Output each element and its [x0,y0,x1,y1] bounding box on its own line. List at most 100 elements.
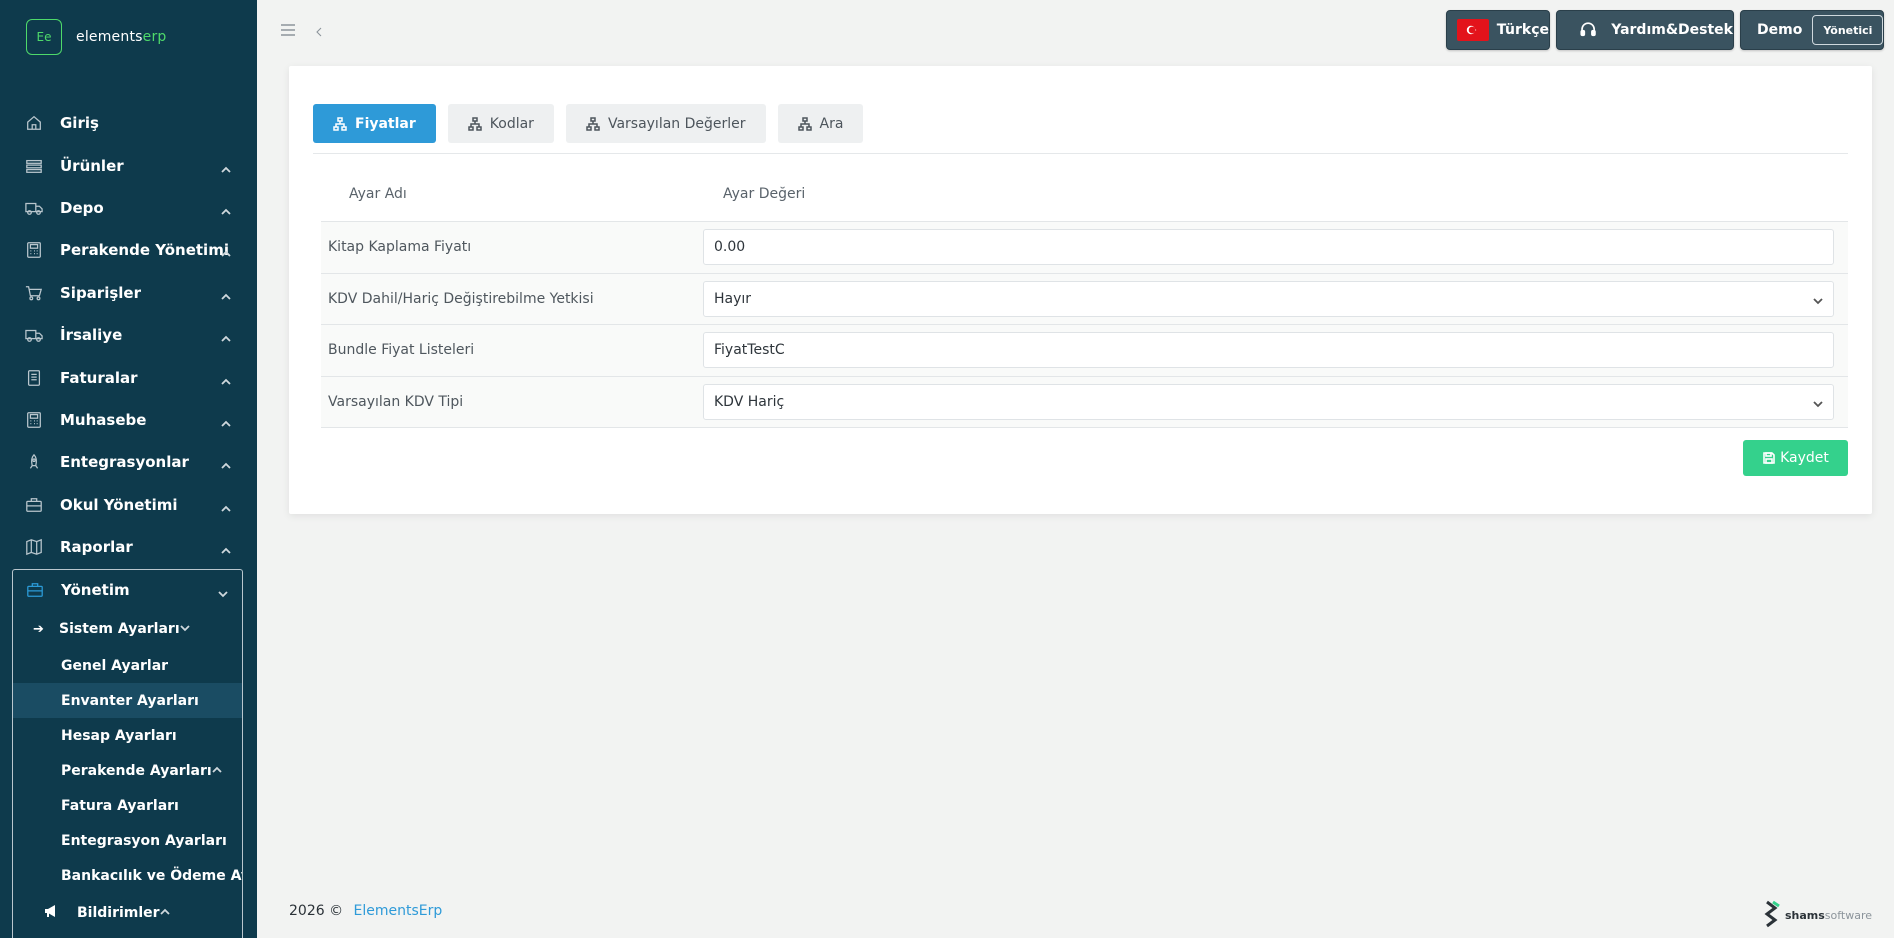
sidebar-item-label: Yönetim [61,581,130,599]
chevron-left-icon[interactable] [313,23,325,42]
logo-mark: Ee [26,19,62,55]
hamburger-menu-icon[interactable] [279,21,297,43]
language-button[interactable]: Türkçe [1446,10,1550,50]
sidebar-item-label: Entegrasyonlar [60,453,189,472]
sidebar-item-label: Raporlar [60,538,133,557]
tab-fiyatlar[interactable]: Fiyatlar [313,104,436,143]
tab-bar: Fiyatlar Kodlar Varsayılan Değerler Ara [313,104,864,143]
chevron-down-icon [218,585,228,598]
user-name: Demo [1757,22,1803,38]
varsayilan-kdv-tipi-select[interactable]: KDV Hariç [703,383,1834,420]
tab-kodlar[interactable]: Kodlar [447,104,554,143]
help-label: Yardım&Destek [1611,22,1733,38]
turkey-flag-icon [1457,19,1489,41]
chevron-up-icon [221,245,231,257]
cart-icon [24,283,44,303]
kitap-kaplama-fiyati-input[interactable]: 0.00 [703,229,1834,266]
field-value: Hayır [714,290,752,307]
sidebar-item-raporlar[interactable]: Raporlar [0,526,257,568]
list-icon [24,156,44,176]
chevron-down-icon [1813,294,1823,305]
sidebar-item-siparisler[interactable]: Siparişler [0,272,257,314]
briefcase-icon [25,580,45,600]
truck-icon [24,325,44,345]
role-badge: Yönetici [1812,15,1884,45]
field-value: 0.00 [714,239,746,256]
setting-label: Kitap Kaplama Fiyatı [328,239,472,256]
bundle-fiyat-listeleri-input[interactable]: FiyatTestC [703,332,1834,369]
brand-light: software [1824,908,1872,922]
sidebar-subitem-entegrasyon-ayarlari[interactable]: Entegrasyon Ayarları [13,823,242,858]
settings-card: Fiyatlar Kodlar Varsayılan Değerler Ara … [289,66,1872,514]
sitemap-icon [468,116,482,131]
tab-ara[interactable]: Ara [777,104,864,143]
kdv-degistirme-yetkisi-select[interactable]: Hayır [703,280,1834,317]
sidebar-item-muhasebe[interactable]: Muhasebe [0,399,257,441]
table-row: Varsayılan KDV Tipi KDV Hariç [321,376,1848,428]
sidebar-item-urunler[interactable]: Ürünler [0,144,257,186]
logo-name-accent: erp [142,29,167,45]
sidebar-menu: Giriş Ürünler Depo Perakende Yönetimi Si… [0,102,257,568]
chevron-up-icon [221,500,231,512]
sidebar-item-label: İrsaliye [60,326,123,345]
document-icon [24,368,44,388]
footer-copyright: 2026 © [289,903,344,919]
tab-label: Varsayılan Değerler [607,115,746,132]
headset-icon [1580,22,1596,37]
table-row: Kitap Kaplama Fiyatı 0.00 [321,222,1848,274]
logo-name-main: elements [76,29,143,45]
tab-varsayilan-degerler[interactable]: Varsayılan Değerler [565,104,766,143]
brand-main: shams [1784,908,1825,922]
sidebar-item-perakende-yonetimi[interactable]: Perakende Yönetimi [0,229,257,271]
sidebar-item-label: Giriş [60,114,99,133]
sidebar-subitem-hesap-ayarlari[interactable]: Hesap Ayarları [13,718,242,753]
save-button[interactable]: Kaydet [1743,440,1848,476]
tab-label: Kodlar [489,115,534,132]
chevron-up-icon [221,330,231,342]
chevron-up-icon [221,203,231,215]
sitemap-icon [586,116,600,131]
setting-label: Bundle Fiyat Listeleri [328,342,475,359]
submenu-label: Sistem Ayarları [59,621,180,637]
sidebar-item-label: Perakende Yönetimi [60,241,229,260]
sidebar-item-label: Faturalar [60,368,138,387]
chevron-down-icon [180,621,190,637]
megaphone-icon [43,903,63,923]
settings-table: Ayar Adı Ayar Değeri Kitap Kaplama Fiyat… [321,166,1848,428]
sidebar-item-faturalar[interactable]: Faturalar [0,356,257,398]
shams-logo-mark-icon [1764,900,1780,928]
logo-name: elementserp [76,29,166,45]
chevron-up-icon [221,373,231,385]
shams-software-logo: shams software [1761,900,1872,930]
sidebar-subitem-label: Perakende Ayarları [61,762,212,779]
sidebar-subitem-fatura-ayarlari[interactable]: Fatura Ayarları [13,788,242,823]
sidebar-item-bildirimler[interactable]: Bildirimler [13,893,242,933]
sidebar-subitem-genel-ayarlar[interactable]: Genel Ayarlar [13,648,242,683]
sidebar-subitem-bankacilik-ayarlari[interactable]: Bankacılık ve Ödeme Ayarları [13,858,242,893]
sidebar-subitem-envanter-ayarlari[interactable]: Envanter Ayarları [13,683,242,718]
help-support-button[interactable]: Yardım&Destek [1556,10,1734,50]
column-header-setting-name: Ayar Adı [349,185,407,202]
sidebar-item-yonetim[interactable]: Yönetim [13,570,242,610]
sidebar-item-depo[interactable]: Depo [0,187,257,229]
field-value: KDV Hariç [714,393,785,410]
field-value: FiyatTestC [714,342,785,359]
sitemap-icon [797,116,812,131]
calculator-icon [24,410,44,430]
sidebar-item-irsaliye[interactable]: İrsaliye [0,314,257,356]
sidebar-item-label: Okul Yönetimi [60,495,178,514]
footer-link[interactable]: ElementsErp [354,903,443,919]
sidebar-group-yonetim: Yönetim ➔ Sistem Ayarları Genel Ayarlar … [12,569,243,938]
sidebar-item-okul-yonetimi[interactable]: Okul Yönetimi [0,484,257,526]
sidebar-subitem-perakende-ayarlari[interactable]: Perakende Ayarları [13,753,242,788]
rocket-icon [24,452,44,472]
app-logo[interactable]: Ee elementserp [26,19,166,55]
sidebar-item-giris[interactable]: Giriş [0,102,257,144]
submenu-sistem-ayarlari[interactable]: ➔ Sistem Ayarları [13,610,242,648]
sidebar: Ee elementserp Giriş Ürünler Depo Perake… [0,0,257,938]
sidebar-item-entegrasyonlar[interactable]: Entegrasyonlar [0,441,257,483]
user-menu-button[interactable]: Demo Yönetici [1740,10,1884,50]
chevron-up-icon [221,288,231,300]
calculator-icon [24,240,44,260]
footer: 2026 © ElementsErp [289,903,442,919]
